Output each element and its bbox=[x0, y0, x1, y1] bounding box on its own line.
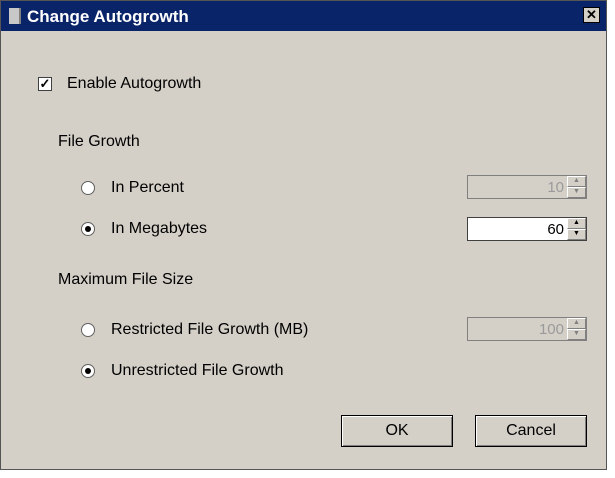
title-bar: Change Autogrowth ✕ bbox=[1, 1, 606, 31]
megabytes-decrement-button[interactable]: ▼ bbox=[567, 229, 586, 240]
ok-button[interactable]: OK bbox=[341, 415, 453, 447]
restricted-size-decrement-button[interactable]: ▼ bbox=[567, 329, 586, 340]
unrestricted-file-growth-label: Unrestricted File Growth bbox=[111, 362, 284, 379]
restricted-file-growth-label: Restricted File Growth (MB) bbox=[111, 321, 309, 338]
restricted-size-spinner-buttons: ▲ ▼ bbox=[567, 318, 586, 340]
restricted-size-spinner[interactable]: 100 ▲ ▼ bbox=[467, 317, 587, 341]
in-megabytes-radio[interactable] bbox=[81, 222, 95, 236]
cancel-button[interactable]: Cancel bbox=[475, 415, 587, 447]
in-megabytes-label: In Megabytes bbox=[111, 220, 208, 237]
restricted-size-value: 100 bbox=[538, 321, 564, 338]
enable-autogrowth-label: Enable Autogrowth bbox=[67, 75, 202, 92]
dialog-icon bbox=[9, 8, 21, 24]
unrestricted-file-growth-radio[interactable] bbox=[81, 364, 95, 378]
maximum-file-size-heading: Maximum File Size bbox=[58, 271, 194, 288]
percent-increment-button[interactable]: ▲ bbox=[567, 176, 586, 187]
close-button[interactable]: ✕ bbox=[583, 7, 600, 23]
dialog-title: Change Autogrowth bbox=[27, 7, 189, 26]
percent-spinner-buttons: ▲ ▼ bbox=[567, 176, 586, 198]
file-growth-heading: File Growth bbox=[58, 133, 140, 150]
megabytes-increment-button[interactable]: ▲ bbox=[567, 218, 586, 229]
restricted-file-growth-radio[interactable] bbox=[81, 323, 95, 337]
in-percent-radio[interactable] bbox=[81, 181, 95, 195]
change-autogrowth-dialog: Change Autogrowth ✕ ✓ Enable Autogrowth … bbox=[0, 0, 607, 470]
restricted-size-increment-button[interactable]: ▲ bbox=[567, 318, 586, 329]
in-percent-label: In Percent bbox=[111, 179, 184, 196]
percent-value: 10 bbox=[547, 179, 564, 196]
enable-autogrowth-checkbox[interactable]: ✓ bbox=[38, 77, 52, 91]
megabytes-spinner-buttons: ▲ ▼ bbox=[567, 218, 586, 240]
megabytes-spinner[interactable]: 60 ▲ ▼ bbox=[467, 217, 587, 241]
megabytes-value[interactable]: 60 bbox=[547, 221, 564, 238]
percent-spinner[interactable]: 10 ▲ ▼ bbox=[467, 175, 587, 199]
percent-decrement-button[interactable]: ▼ bbox=[567, 187, 586, 198]
